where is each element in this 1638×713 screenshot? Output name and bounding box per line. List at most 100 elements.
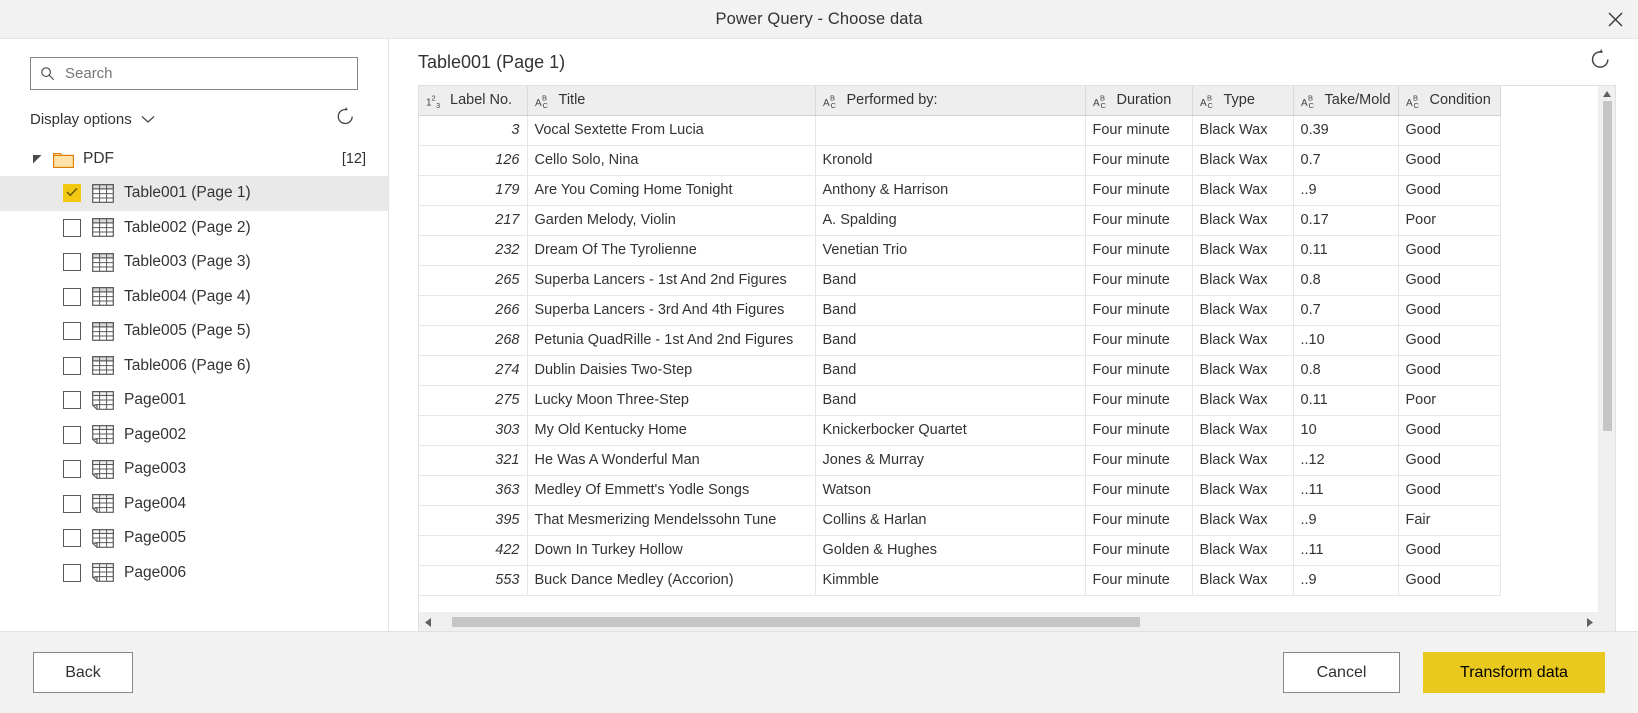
tree-item[interactable]: Table006 (Page 6)	[0, 349, 388, 384]
tree-root-pdf[interactable]: PDF [12]	[0, 142, 388, 176]
table-cell: Good	[1398, 295, 1501, 326]
item-checkbox[interactable]	[63, 391, 81, 410]
column-header[interactable]: A B C Title	[527, 86, 816, 116]
table-cell: Good	[1398, 145, 1501, 176]
tree-item[interactable]: Page004	[0, 487, 388, 522]
sidebar-refresh-button[interactable]	[333, 104, 358, 134]
column-header[interactable]: A B C Duration	[1085, 86, 1193, 116]
table-cell: Golden & Hughes	[815, 535, 1086, 566]
tree-item[interactable]: Table001 (Page 1)	[0, 176, 388, 211]
item-checkbox[interactable]	[63, 460, 81, 479]
horizontal-scrollbar[interactable]	[419, 612, 1615, 631]
vertical-scroll-thumb[interactable]	[1603, 101, 1612, 431]
table-cell: Good	[1398, 535, 1501, 566]
table-cell: My Old Kentucky Home	[527, 415, 816, 446]
cancel-button[interactable]: Cancel	[1283, 652, 1400, 693]
triangle-expanded-icon[interactable]	[32, 154, 46, 165]
item-checkbox[interactable]	[63, 218, 81, 237]
column-header[interactable]: 1 2 3 Label No.	[419, 86, 528, 116]
transform-data-button[interactable]: Transform data	[1423, 652, 1605, 693]
table-row[interactable]: 179 Are You Coming Home Tonight Anthony & …	[419, 175, 1501, 206]
column-header-label: Title	[558, 92, 586, 109]
svg-text:A: A	[535, 98, 542, 109]
table-row[interactable]: 268 Petunia QuadRille - 1st And 2nd Figur…	[419, 325, 1501, 356]
table-row[interactable]: 3 Vocal Sextette From Lucia Four minute Bla…	[419, 115, 1501, 146]
scroll-up-arrow-icon[interactable]	[1603, 86, 1611, 101]
tree-root-label: PDF	[83, 150, 114, 167]
data-preview-grid: 1 2 3 Label No. A B C Title A B C Performed by: A B C D…	[418, 85, 1616, 631]
table-row[interactable]: 422 Down In Turkey Hollow Golden & Hughes F…	[419, 535, 1501, 566]
table-row[interactable]: 274 Dublin Daisies Two-Step Band Four minut…	[419, 355, 1501, 386]
item-checkbox[interactable]	[63, 563, 81, 582]
table-row[interactable]: 232 Dream Of The Tyrolienne Venetian Trio F…	[419, 235, 1501, 266]
table-cell: ..11	[1293, 535, 1399, 566]
tree-item[interactable]: Page005	[0, 521, 388, 556]
item-checkbox[interactable]	[63, 184, 81, 203]
grid-viewport: 1 2 3 Label No. A B C Title A B C Performed by: A B C D…	[419, 86, 1598, 612]
tree-item[interactable]: Page003	[0, 452, 388, 487]
scroll-right-arrow-icon[interactable]	[1581, 617, 1598, 627]
item-checkbox[interactable]	[63, 356, 81, 375]
tree-item-label: Table004 (Page 4)	[124, 287, 251, 305]
table-row[interactable]: 217 Garden Melody, Violin A. Spalding Four …	[419, 205, 1501, 236]
tree-item[interactable]: Table002 (Page 2)	[0, 211, 388, 246]
tree-item[interactable]: Table004 (Page 4)	[0, 280, 388, 315]
item-checkbox[interactable]	[63, 494, 81, 513]
item-checkbox[interactable]	[63, 253, 81, 272]
tree-item[interactable]: Page001	[0, 383, 388, 418]
table-cell: 363	[419, 475, 528, 506]
table-cell: Good	[1398, 565, 1501, 596]
table-cell: Good	[1398, 355, 1501, 386]
svg-text:C: C	[542, 101, 548, 109]
item-checkbox[interactable]	[63, 425, 81, 444]
display-options-button[interactable]: Display options	[30, 111, 155, 128]
preview-refresh-button[interactable]	[1585, 44, 1616, 80]
table-row[interactable]: 321 He Was A Wonderful Man Jones & Murray F…	[419, 445, 1501, 476]
table-row[interactable]: 126 Cello Solo, Nina Kronold Four minute Bla…	[419, 145, 1501, 176]
grid-scroll-area: 1 2 3 Label No. A B C Title A B C Performed by: A B C D…	[419, 86, 1615, 612]
table-cell: Band	[815, 265, 1086, 296]
search-input[interactable]	[63, 64, 348, 83]
tree-item[interactable]: Table003 (Page 3)	[0, 245, 388, 280]
table-cell: 266	[419, 295, 528, 326]
table-row[interactable]: 265 Superba Lancers - 1st And 2nd Figures…	[419, 265, 1501, 296]
table-cell: Lucky Moon Three-Step	[527, 385, 816, 416]
table-row[interactable]: 395 That Mesmerizing Mendelssohn Tune Coll…	[419, 505, 1501, 536]
table-cell	[815, 115, 1086, 146]
table-cell: Medley Of Emmett's Yodle Songs	[527, 475, 816, 506]
table-icon	[92, 356, 114, 376]
table-cell: Band	[815, 295, 1086, 326]
table-row[interactable]: 553 Buck Dance Medley (Accorion) Kimmble Fo…	[419, 565, 1501, 596]
table-row[interactable]: 363 Medley Of Emmett's Yodle Songs Watson F…	[419, 475, 1501, 506]
close-button[interactable]	[1592, 0, 1638, 38]
table-row[interactable]: 266 Superba Lancers - 3rd And 4th Figures…	[419, 295, 1501, 326]
table-cell: Black Wax	[1192, 475, 1294, 506]
table-cell: Collins & Harlan	[815, 505, 1086, 536]
table-row[interactable]: 303 My Old Kentucky Home Knickerbocker Qua…	[419, 415, 1501, 446]
column-header[interactable]: A B C Type	[1192, 86, 1294, 116]
table-cell: Four minute	[1085, 565, 1193, 596]
item-checkbox[interactable]	[63, 287, 81, 306]
table-cell: Black Wax	[1192, 205, 1294, 236]
table-cell: A. Spalding	[815, 205, 1086, 236]
item-checkbox[interactable]	[63, 529, 81, 548]
column-header[interactable]: A B C Take/Mold	[1293, 86, 1399, 116]
search-box[interactable]	[30, 57, 358, 90]
back-button[interactable]: Back	[33, 652, 133, 693]
table-cell: 232	[419, 235, 528, 266]
table-row[interactable]: 275 Lucky Moon Three-Step Band Four minute B…	[419, 385, 1501, 416]
table-cell: He Was A Wonderful Man	[527, 445, 816, 476]
column-header[interactable]: A B C Performed by:	[815, 86, 1086, 116]
column-header[interactable]: A B C Condition	[1398, 86, 1501, 116]
table-cell: 395	[419, 505, 528, 536]
vertical-scrollbar[interactable]	[1598, 86, 1615, 612]
table-cell: That Mesmerizing Mendelssohn Tune	[527, 505, 816, 536]
123-icon: 123	[426, 93, 445, 110]
tree-item[interactable]: Table005 (Page 5)	[0, 314, 388, 349]
table-cell: Black Wax	[1192, 265, 1294, 296]
tree-item[interactable]: Page002	[0, 418, 388, 453]
item-checkbox[interactable]	[63, 322, 81, 341]
horizontal-scroll-thumb[interactable]	[452, 617, 1140, 627]
scroll-left-arrow-icon[interactable]	[419, 617, 436, 627]
tree-item[interactable]: Page006	[0, 556, 388, 591]
